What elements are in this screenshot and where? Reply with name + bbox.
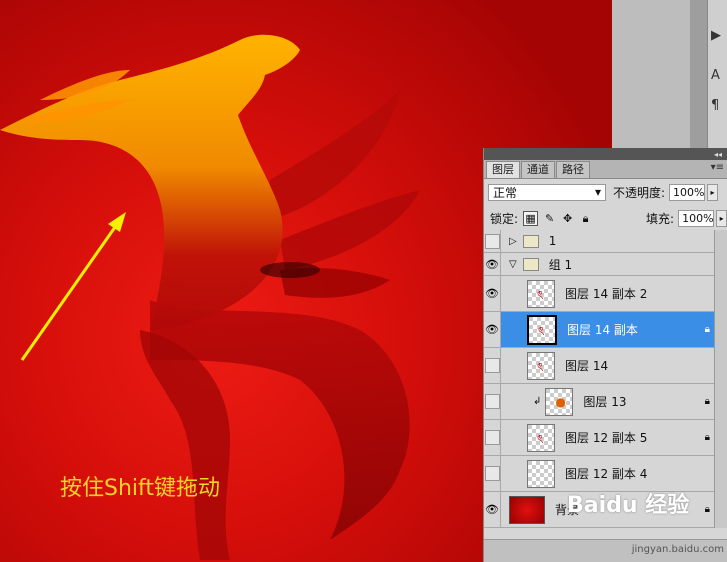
expand-triangle-icon[interactable]: ▷ bbox=[509, 236, 517, 247]
layer-row[interactable]: 👁︎ ৎ 图层 14 副本 2 bbox=[484, 276, 727, 312]
visibility-toggle[interactable] bbox=[484, 384, 501, 419]
layer-row-selected[interactable]: 👁︎ ৎ 图层 14 副本 🔒︎ bbox=[484, 312, 727, 348]
lock-row: 锁定: ▦ ✎ ✥ 🔒︎ 填充: 100% ▸ bbox=[484, 205, 727, 232]
eye-icon[interactable]: 👁︎ bbox=[484, 312, 501, 347]
watermark-url: jingyan.baidu.com bbox=[631, 544, 724, 555]
character-icon[interactable]: A bbox=[711, 68, 720, 83]
eye-icon[interactable]: 👁︎ bbox=[484, 276, 501, 311]
layer-name: 图层 14 副本 2 bbox=[565, 287, 648, 301]
layer-name: 图层 12 副本 5 bbox=[565, 431, 648, 445]
tab-layers[interactable]: 图层 bbox=[486, 161, 520, 178]
hint-text: 按住Shift键拖动 bbox=[60, 476, 221, 501]
baidu-watermark: Baidu 经验 bbox=[567, 493, 690, 518]
layers-list: ▷ 1 👁︎ ▽ 组 1 👁︎ ৎ 图层 14 副本 2 👁︎ ৎ 图层 14 … bbox=[484, 230, 727, 528]
opacity-label: 不透明度: bbox=[613, 185, 666, 200]
opacity-input[interactable]: 100% bbox=[669, 183, 706, 201]
layer-row[interactable]: ▷ 1 bbox=[484, 230, 727, 253]
layer-row[interactable]: ↲ ● 图层 13 🔒︎ bbox=[484, 384, 727, 420]
tab-channels[interactable]: 通道 bbox=[521, 161, 555, 178]
lock-pixels-icon[interactable]: ✎ bbox=[543, 212, 556, 225]
collapsed-tools: ▶ A ¶ bbox=[707, 0, 727, 148]
layer-thumbnail: ৎ bbox=[527, 279, 555, 308]
layer-name: 1 bbox=[548, 234, 557, 248]
fill-slider-button[interactable]: ▸ bbox=[716, 209, 727, 227]
panel-footer: jingyan.baidu.com bbox=[484, 539, 727, 562]
lock-icon: 🔒︎ bbox=[704, 396, 710, 407]
layer-thumbnail: ● bbox=[545, 387, 574, 416]
layer-thumbnail: ৎ bbox=[527, 314, 557, 345]
panel-header-bar: ◂◂ bbox=[484, 148, 727, 160]
fill-label: 填充: bbox=[646, 211, 675, 226]
clipping-arrow-icon: ↲ bbox=[533, 396, 542, 407]
lock-icon: 🔒︎ bbox=[704, 432, 710, 443]
lock-label: 锁定: bbox=[490, 211, 519, 226]
layer-row[interactable]: ৎ 图层 12 副本 5 🔒︎ bbox=[484, 420, 727, 456]
layer-name: 组 1 bbox=[548, 257, 573, 272]
lock-icon: 🔒︎ bbox=[704, 324, 710, 335]
layer-row[interactable]: ৎ 图层 14 bbox=[484, 348, 727, 384]
panel-dock-gutter bbox=[690, 0, 708, 148]
visibility-toggle[interactable] bbox=[484, 420, 501, 455]
tool-strip: ▶ A ¶ bbox=[612, 0, 727, 148]
layer-thumbnail: ৎ bbox=[527, 423, 555, 452]
layer-name: 图层 14 副本 bbox=[567, 323, 638, 337]
play-icon[interactable]: ▶ bbox=[711, 28, 721, 43]
visibility-toggle[interactable] bbox=[484, 348, 501, 383]
blend-row: 正常 ▾ 不透明度: 100% ▸ bbox=[484, 179, 727, 205]
visibility-toggle[interactable] bbox=[484, 230, 501, 252]
layers-scrollbar[interactable] bbox=[714, 230, 727, 528]
folder-icon bbox=[522, 257, 539, 271]
folder-icon bbox=[522, 234, 539, 248]
collapse-triangle-icon[interactable]: ▽ bbox=[509, 259, 517, 270]
panel-tabs: 图层 通道 路径 ▾≡ bbox=[484, 160, 727, 179]
lock-all-icon[interactable]: 🔒︎ bbox=[579, 212, 592, 225]
layer-thumbnail: ৎ bbox=[527, 351, 555, 380]
background-thumbnail bbox=[509, 495, 545, 524]
layer-row[interactable]: 👁︎ ▽ 组 1 bbox=[484, 253, 727, 276]
lock-transparent-icon[interactable]: ▦ bbox=[523, 210, 539, 226]
blend-mode-value: 正常 bbox=[493, 185, 518, 200]
eye-icon[interactable]: 👁︎ bbox=[484, 492, 501, 527]
panel-menu-icon[interactable]: ▾≡ bbox=[711, 162, 724, 173]
layer-name: 图层 12 副本 4 bbox=[565, 467, 648, 481]
collapse-icon[interactable]: ◂◂ bbox=[714, 150, 722, 159]
visibility-toggle[interactable] bbox=[484, 456, 501, 491]
fill-input[interactable]: 100% bbox=[678, 209, 715, 227]
layer-name: 图层 14 bbox=[565, 359, 609, 373]
opacity-slider-button[interactable]: ▸ bbox=[707, 183, 719, 201]
tab-paths[interactable]: 路径 bbox=[556, 161, 590, 178]
layer-thumbnail bbox=[527, 459, 555, 488]
chevron-down-icon: ▾ bbox=[594, 185, 601, 199]
eye-icon[interactable]: 👁︎ bbox=[484, 253, 501, 275]
layer-name: 图层 13 bbox=[583, 395, 627, 409]
lock-icon: 🔒︎ bbox=[704, 504, 710, 515]
lock-position-icon[interactable]: ✥ bbox=[561, 212, 574, 225]
paragraph-icon[interactable]: ¶ bbox=[711, 98, 719, 113]
blend-mode-select[interactable]: 正常 ▾ bbox=[488, 183, 606, 201]
